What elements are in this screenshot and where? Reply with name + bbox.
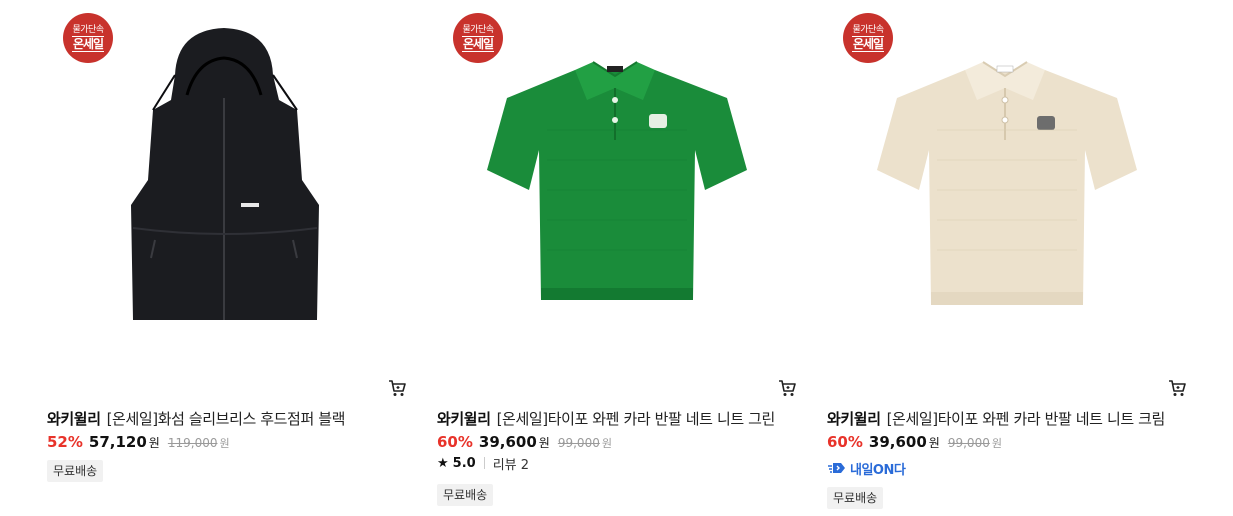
original-currency: 원 (601, 437, 612, 450)
product-image[interactable]: 물가단속 온세일 (437, 0, 797, 370)
original-price: 99,000 (557, 436, 600, 450)
product-card[interactable]: 물가단속 온세일 와키윌리 [온세일]타이포 와펜 카라 반팔 네트 니트 크림 … (827, 0, 1187, 516)
product-image[interactable]: 물가단속 온세일 (827, 0, 1187, 370)
price-row: 60% 39,600 원 99,000 원 (437, 433, 612, 453)
price-row: 52% 57,120 원 119,000 원 (47, 433, 230, 453)
product-title[interactable]: 와키윌리 [온세일]타이포 와펜 카라 반팔 네트 니트 크림 (827, 408, 1189, 430)
badge-caption: 물가단속 (852, 24, 884, 35)
cart-icon[interactable] (387, 378, 407, 398)
badge-caption: 물가단속 (72, 24, 104, 35)
sale-price: 57,120 (88, 433, 147, 451)
original-price: 119,000 (167, 436, 218, 450)
badge-title: 온세일 (71, 35, 104, 52)
product-name[interactable]: [온세일]화섬 슬리브리스 후드점퍼 블랙 (107, 410, 346, 428)
discount-rate: 52% (47, 433, 83, 451)
badge-title: 온세일 (851, 35, 884, 52)
free-shipping-badge: 무료배송 (827, 487, 884, 509)
original-price: 99,000 (947, 436, 990, 450)
free-shipping-badge: 무료배송 (437, 484, 494, 506)
badge-caption: 물가단속 (462, 24, 494, 35)
sale-badge: 물가단속 온세일 (453, 13, 503, 63)
original-currency: 원 (991, 437, 1002, 450)
sale-price: 39,600 (868, 433, 927, 451)
currency: 원 (538, 436, 550, 450)
product-card[interactable]: 물가단속 온세일 와키윌리 [온세일]타이포 와펜 카라 반팔 네트 니트 그린 … (437, 0, 797, 516)
tomorrow-delivery-badge: 내일ON다 (827, 459, 906, 478)
discount-rate: 60% (827, 433, 863, 451)
delivery-truck-icon (828, 463, 845, 473)
original-currency: 원 (219, 437, 230, 450)
product-title[interactable]: 와키윌리 [온세일]화섬 슬리브리스 후드점퍼 블랙 (47, 408, 409, 430)
discount-rate: 60% (437, 433, 473, 451)
currency: 원 (928, 436, 940, 450)
price-row: 60% 39,600 원 99,000 원 (827, 433, 1002, 453)
brand-name: 와키윌리 (437, 410, 491, 428)
currency: 원 (148, 436, 160, 450)
product-image[interactable]: 물가단속 온세일 (47, 0, 407, 370)
review-count[interactable]: 리뷰 2 (493, 454, 529, 473)
badge-title: 온세일 (461, 35, 494, 52)
rating-score: 5.0 (452, 455, 476, 471)
cart-icon[interactable] (777, 378, 797, 398)
product-card[interactable]: 물가단속 온세일 와키윌리 [온세일]화섬 슬리브리스 후드점퍼 블랙 52% 5… (47, 0, 407, 516)
product-name[interactable]: [온세일]타이포 와펜 카라 반팔 네트 니트 그린 (497, 410, 776, 428)
sale-price: 39,600 (478, 433, 537, 451)
tomorrow-delivery-label: 내일ON다 (850, 462, 906, 478)
brand-name: 와키윌리 (827, 410, 881, 428)
cart-icon[interactable] (1167, 378, 1187, 398)
product-name[interactable]: [온세일]타이포 와펜 카라 반팔 네트 니트 크림 (887, 410, 1166, 428)
product-title[interactable]: 와키윌리 [온세일]타이포 와펜 카라 반팔 네트 니트 그린 (437, 408, 799, 430)
sale-badge: 물가단속 온세일 (843, 13, 893, 63)
star-icon: ★ (437, 455, 449, 471)
brand-name: 와키윌리 (47, 410, 101, 428)
free-shipping-badge: 무료배송 (47, 460, 104, 482)
sale-badge: 물가단속 온세일 (63, 13, 113, 63)
rating-row: ★ 5.0 리뷰 2 (437, 454, 529, 473)
divider (483, 457, 485, 469)
